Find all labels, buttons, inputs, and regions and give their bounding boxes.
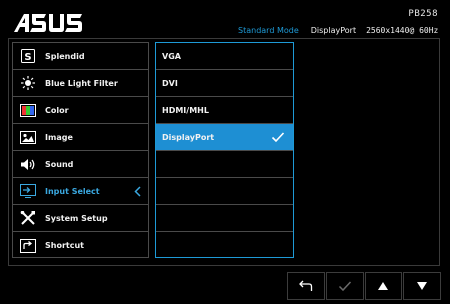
down-button[interactable] bbox=[403, 272, 441, 300]
back-icon bbox=[298, 280, 313, 291]
up-arrow-icon bbox=[378, 282, 389, 290]
menu-item-color[interactable]: Color bbox=[13, 97, 148, 124]
chevron-left-icon bbox=[134, 186, 141, 197]
current-mode: Standard Mode bbox=[238, 25, 299, 35]
menu-item-label: Splendid bbox=[45, 51, 85, 61]
menu-item-label: Image bbox=[45, 132, 73, 142]
menu-item-blue-light-filter[interactable]: Blue Light Filter bbox=[13, 70, 148, 97]
current-input: DisplayPort bbox=[310, 25, 357, 35]
menu-item-label: Color bbox=[45, 105, 69, 115]
menu-item-input-select[interactable]: Input Select bbox=[13, 178, 148, 205]
input-option-empty bbox=[156, 232, 293, 259]
input-option-displayport[interactable]: DisplayPort bbox=[156, 124, 293, 151]
confirm-button[interactable] bbox=[325, 272, 364, 300]
menu-item-shortcut[interactable]: Shortcut bbox=[13, 232, 148, 259]
input-option-label: HDMI/MHL bbox=[162, 105, 209, 115]
splendid-icon: S bbox=[19, 49, 37, 63]
wrench-screwdriver-icon bbox=[19, 211, 37, 225]
menu-item-system-setup[interactable]: System Setup bbox=[13, 205, 148, 232]
back-button[interactable] bbox=[287, 272, 325, 300]
svg-text:S: S bbox=[24, 52, 31, 63]
input-option-empty bbox=[156, 151, 293, 178]
menu-item-image[interactable]: Image bbox=[13, 124, 148, 151]
menu-item-label: Shortcut bbox=[45, 241, 84, 250]
shortcut-icon bbox=[19, 238, 37, 253]
model-name: PB258 bbox=[408, 9, 438, 19]
osd-screen: PB258 Standard Mode DisplayPort 2560x144… bbox=[0, 0, 450, 304]
check-icon bbox=[271, 132, 285, 143]
status-bar: Standard Mode DisplayPort 2560x1440@ 60H… bbox=[238, 24, 440, 36]
down-arrow-icon bbox=[417, 282, 428, 290]
input-option-empty bbox=[156, 178, 293, 205]
input-select-submenu: VGA DVI HDMI/MHL DisplayPort bbox=[155, 42, 294, 258]
input-option-vga[interactable]: VGA bbox=[156, 43, 293, 70]
menu-item-label: Blue Light Filter bbox=[45, 78, 118, 88]
input-option-label: VGA bbox=[162, 51, 181, 61]
check-icon bbox=[338, 281, 351, 292]
menu-item-label: System Setup bbox=[45, 213, 108, 223]
menu-item-sound[interactable]: Sound bbox=[13, 151, 148, 178]
osd-nav-buttons bbox=[287, 272, 441, 300]
asus-logo bbox=[14, 14, 82, 32]
current-resolution: 2560x1440@ 60Hz bbox=[366, 25, 439, 35]
menu-item-splendid[interactable]: S Splendid bbox=[13, 43, 148, 70]
input-select-icon bbox=[19, 184, 37, 198]
input-option-label: DVI bbox=[162, 78, 178, 88]
main-menu: S Splendid Blue Light Filter Color Image bbox=[12, 42, 149, 258]
menu-item-label: Input Select bbox=[45, 186, 100, 196]
up-button[interactable] bbox=[364, 272, 403, 300]
color-icon bbox=[19, 103, 37, 117]
input-option-empty bbox=[156, 205, 293, 232]
blue-light-icon bbox=[19, 76, 37, 90]
input-option-hdmi-mhl[interactable]: HDMI/MHL bbox=[156, 97, 293, 124]
input-option-label: DisplayPort bbox=[162, 132, 215, 142]
image-icon bbox=[19, 130, 37, 144]
speaker-icon bbox=[19, 157, 37, 171]
menu-item-label: Sound bbox=[45, 159, 74, 169]
input-option-dvi[interactable]: DVI bbox=[156, 70, 293, 97]
